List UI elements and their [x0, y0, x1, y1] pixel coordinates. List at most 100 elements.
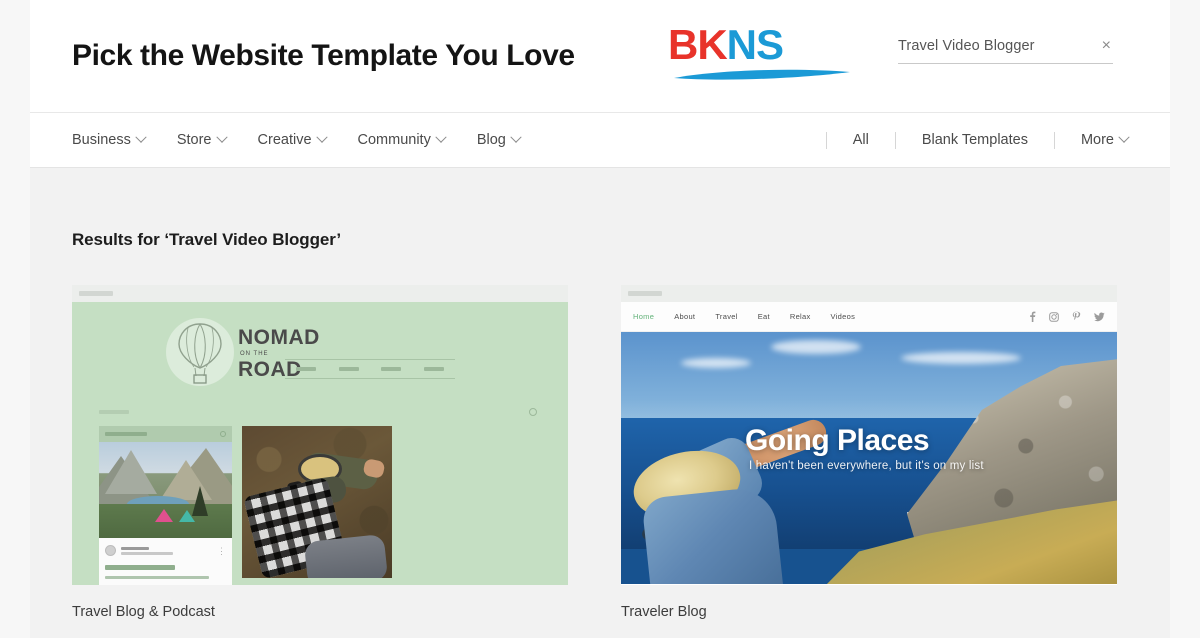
brand-line-1: NOMAD: [238, 325, 320, 349]
hot-air-balloon-icon: [166, 318, 234, 386]
preview-hero-image: Going Places I haven't been everywhere, …: [621, 332, 1117, 584]
denim-shirt-shape: [641, 485, 785, 584]
nav-item-label: Store: [176, 132, 212, 148]
logo-wordmark: BKNS: [668, 24, 858, 66]
chevron-down-icon: [510, 131, 522, 143]
preview-nav-item-travel[interactable]: Travel: [715, 312, 737, 321]
preview-hero-title: Going Places: [745, 424, 930, 457]
pinterest-icon[interactable]: [1072, 311, 1081, 322]
chevron-down-icon: [315, 131, 328, 143]
preview-nav-item-relax[interactable]: Relax: [790, 312, 811, 321]
chevron-down-icon: [215, 131, 228, 143]
template-card-travel-blog-podcast[interactable]: NOMAD ON THE ROAD ⋮ Travel Blog & Podcas…: [72, 285, 568, 620]
nav-item-community[interactable]: Community: [357, 131, 447, 148]
template-caption: Traveler Blog: [621, 604, 707, 620]
nav-divider: [1053, 131, 1055, 149]
instagram-icon[interactable]: [1049, 311, 1059, 322]
logo-bk-text: BK: [668, 21, 728, 68]
browser-chrome-bar: [621, 285, 1117, 302]
page-container: Pick the Website Template You Love BKNS …: [30, 0, 1170, 638]
preview-nav-links: Home About Travel Eat Relax Videos: [633, 312, 855, 321]
url-bar-placeholder: [628, 291, 662, 296]
nav-item-all[interactable]: All: [853, 132, 869, 148]
navbar-left-group: Business Store Creative Community Blog: [72, 131, 522, 148]
chevron-down-icon: [135, 131, 147, 143]
nav-item-store[interactable]: Store: [176, 131, 228, 148]
site-header: Pick the Website Template You Love BKNS …: [30, 0, 1170, 113]
preview-cooking-photo: [242, 426, 392, 578]
preview-hero-subtitle: I haven't been everywhere, but it's on m…: [749, 460, 984, 472]
nav-item-label: All: [852, 132, 869, 148]
search-field[interactable]: Travel Video Blogger ×: [898, 38, 1113, 64]
avatar: [105, 545, 116, 556]
pink-tent-shape: [155, 509, 173, 522]
nav-divider: [894, 131, 896, 149]
preview-nav-item-videos[interactable]: Videos: [831, 312, 856, 321]
template-card-traveler-blog[interactable]: Home About Travel Eat Relax Videos Going…: [621, 285, 1117, 620]
mountain-shape: [105, 450, 157, 494]
template-thumbnail[interactable]: NOMAD ON THE ROAD ⋮: [72, 285, 568, 585]
nav-item-label: Community: [357, 132, 431, 148]
template-caption: Travel Blog & Podcast: [72, 604, 215, 620]
chevron-down-icon: [1118, 131, 1130, 143]
cloud-shape: [771, 340, 861, 354]
template-thumbnail[interactable]: Home About Travel Eat Relax Videos Going…: [621, 285, 1117, 585]
search-icon: [529, 408, 537, 416]
preview-social-icons: [1029, 311, 1105, 322]
template-grid: NOMAD ON THE ROAD ⋮ Travel Blog & Podcas…: [72, 285, 1128, 620]
category-navbar: Business Store Creative Community Blog A…: [30, 113, 1170, 168]
preview-nav-item: [338, 367, 359, 371]
jeans-shape: [303, 533, 389, 578]
nav-item-more[interactable]: More: [1080, 131, 1130, 148]
more-options-icon: ⋮: [217, 545, 226, 556]
nav-item-label: More: [1080, 132, 1114, 148]
template-preview-body: NOMAD ON THE ROAD ⋮: [72, 302, 568, 585]
results-area: Results for ‘Travel Video Blogger’ NOMAD…: [30, 168, 1170, 638]
nav-item-creative[interactable]: Creative: [257, 131, 328, 148]
preview-post-meta: ⋮: [99, 538, 232, 585]
preview-nav-strip: [285, 359, 455, 379]
cloud-shape: [681, 358, 751, 368]
bkns-logo[interactable]: BKNS: [668, 24, 858, 90]
template-preview-body: Home About Travel Eat Relax Videos Going…: [621, 302, 1117, 585]
tree-shape: [192, 486, 208, 516]
preview-nav-item-about[interactable]: About: [674, 312, 695, 321]
nav-item-business[interactable]: Business: [72, 131, 147, 148]
preview-post-column: ⋮: [99, 426, 232, 585]
preview-tag-label: [105, 432, 147, 436]
nav-item-label: Creative: [257, 132, 312, 148]
nav-item-label: Blog: [476, 132, 506, 148]
preview-nav-item-home[interactable]: Home: [633, 312, 654, 321]
clear-search-icon[interactable]: ×: [1100, 38, 1113, 54]
page-title: Pick the Website Template You Love: [72, 39, 575, 72]
url-bar-placeholder: [79, 291, 113, 296]
nav-item-blank-templates[interactable]: Blank Templates: [922, 132, 1028, 148]
nav-divider: [825, 131, 827, 149]
nav-item-label: Blank Templates: [921, 132, 1028, 148]
preview-nav-item: [381, 367, 402, 371]
chevron-down-icon: [435, 131, 447, 143]
preview-author-lines: [121, 546, 212, 555]
nav-item-blog[interactable]: Blog: [476, 131, 522, 148]
preview-nav-item-eat[interactable]: Eat: [758, 312, 770, 321]
preview-tag-bar: [99, 426, 232, 442]
preview-tag-dot-icon: [220, 431, 226, 437]
preview-search-label: [99, 410, 129, 414]
logo-swoosh-icon: [674, 69, 850, 80]
facebook-icon[interactable]: [1029, 311, 1036, 322]
preview-nav-item: [423, 367, 444, 371]
search-input[interactable]: Travel Video Blogger: [898, 38, 1035, 54]
preview-search-strip: [99, 406, 537, 418]
logo-ns-text: NS: [726, 21, 784, 68]
browser-chrome-bar: [72, 285, 568, 302]
post-title-placeholder: [105, 565, 175, 570]
brand-line-2: ON THE: [240, 350, 269, 357]
post-excerpt-placeholder: [105, 576, 209, 579]
preview-content-panels: ⋮: [99, 426, 392, 585]
results-heading: Results for ‘Travel Video Blogger’: [72, 230, 341, 249]
twitter-icon[interactable]: [1094, 312, 1105, 322]
navbar-right-group: All Blank Templates More: [800, 131, 1130, 149]
preview-nav-item: [296, 367, 317, 371]
preview-nav-bar: Home About Travel Eat Relax Videos: [621, 302, 1117, 332]
preview-author-row: ⋮: [105, 545, 226, 556]
